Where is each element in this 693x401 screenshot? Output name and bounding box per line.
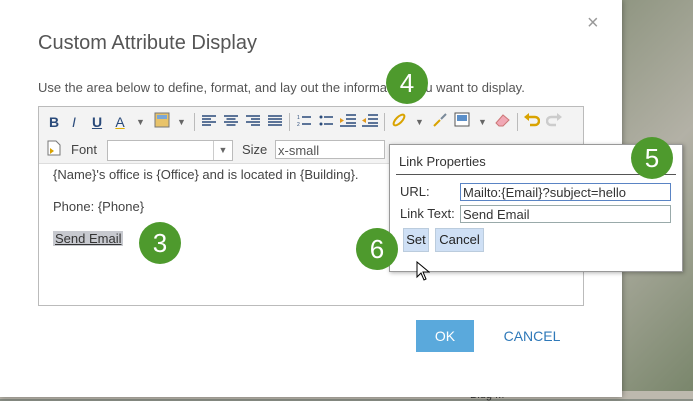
popup-cancel-button[interactable]: Cancel [435,228,484,252]
font-label: Font [71,142,98,157]
cancel-button[interactable]: CANCEL [494,320,570,352]
toolbar-divider [517,113,518,131]
underline-button[interactable]: U [88,112,106,132]
url-input[interactable]: Mailto:{Email}?subject=hello [460,183,671,201]
close-icon[interactable]: × [587,13,599,33]
redo-icon[interactable] [545,112,563,132]
step-badge-6: 6 [356,228,398,270]
link-icon[interactable] [390,112,408,132]
link-text-label: Link Text: [400,206,455,221]
toolbar-divider [194,113,195,131]
ok-button[interactable]: OK [416,320,474,352]
svg-text:2: 2 [297,122,300,127]
content-line: {Name}'s office is {Office} and is locat… [53,167,359,182]
link-caret-icon[interactable]: ▼ [415,112,424,132]
toolbar-divider [289,113,290,131]
align-right-icon[interactable] [244,112,262,132]
font-select[interactable]: ▼ [107,140,233,161]
unlink-icon[interactable] [431,112,449,132]
highlight-color-icon[interactable] [153,112,171,132]
dialog-title: Custom Attribute Display [38,32,257,54]
toolbar-divider [384,113,385,131]
eraser-icon[interactable] [494,112,512,132]
outdent-icon[interactable] [361,112,379,132]
italic-button[interactable]: I [65,112,83,132]
svg-text:1: 1 [297,115,300,121]
undo-icon[interactable] [523,112,541,132]
indent-icon[interactable] [339,112,357,132]
align-justify-icon[interactable] [266,112,284,132]
step-badge-5: 5 [631,137,673,179]
chevron-down-icon[interactable]: ▼ [213,141,232,160]
highlight-caret-icon[interactable]: ▼ [177,112,186,132]
size-select[interactable]: x-small [275,140,385,159]
font-color-button[interactable]: A [111,112,129,132]
insert-field-icon[interactable] [45,140,63,160]
content-line: Send Email [53,231,124,246]
size-label: Size [242,142,268,157]
dialog-instructions: Use the area below to define, format, an… [38,80,525,95]
content-line: Phone: {Phone} [53,199,145,214]
set-button[interactable]: Set [403,228,429,252]
align-center-icon[interactable] [222,112,240,132]
step-badge-4: 4 [386,62,428,104]
link-text-input[interactable]: Send Email [460,205,671,223]
bold-button[interactable]: B [45,112,63,132]
step-badge-3: 3 [139,222,181,264]
image-caret-icon[interactable]: ▼ [478,112,487,132]
numbered-list-icon[interactable]: 12 [295,112,313,132]
mouse-pointer-icon [416,260,431,286]
send-email-link[interactable]: Send Email [53,231,124,246]
formatting-toolbar: B I U A ▼ ▼ 12 ▼ ▼ [39,107,583,138]
insert-image-icon[interactable] [453,112,471,132]
bullet-list-icon[interactable] [317,112,335,132]
font-color-caret-icon[interactable]: ▼ [136,112,145,132]
align-left-icon[interactable] [200,112,218,132]
popup-divider [396,174,676,175]
link-properties-title: Link Properties [399,154,486,169]
url-label: URL: [400,184,430,199]
